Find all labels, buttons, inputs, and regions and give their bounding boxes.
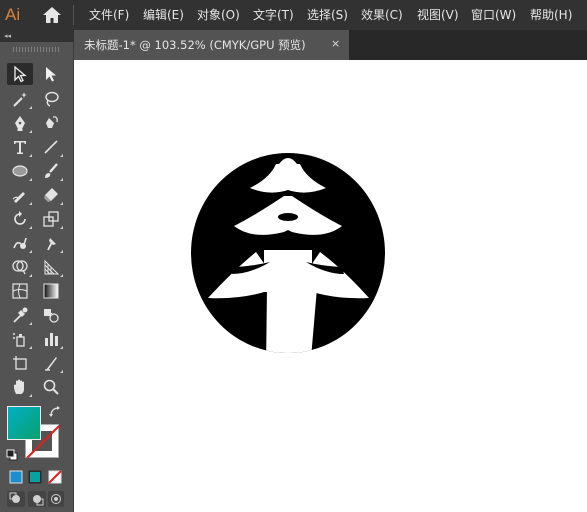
document-tab-bar: 未标题-1* @ 103.52% (CMYK/GPU 预览) × — [74, 30, 587, 60]
mesh-tool-icon[interactable] — [7, 280, 33, 302]
eyedropper-tool-icon[interactable] — [7, 304, 33, 326]
column-graph-tool-icon[interactable] — [38, 328, 64, 350]
symbol-sprayer-tool-icon[interactable] — [7, 328, 33, 350]
artboard-tool-icon[interactable] — [7, 352, 33, 374]
close-tab-icon[interactable]: × — [331, 37, 340, 51]
zoom-tool-icon[interactable] — [38, 376, 64, 398]
selection-tool-icon[interactable] — [7, 63, 33, 85]
hand-tool-icon[interactable] — [7, 376, 33, 398]
warp-tool-icon[interactable] — [7, 232, 33, 254]
home-icon[interactable] — [42, 6, 62, 24]
panel-grip[interactable] — [13, 47, 61, 52]
shape-builder-tool-icon[interactable] — [7, 256, 33, 278]
line-segment-tool-icon[interactable] — [38, 136, 64, 158]
scale-tool-icon[interactable] — [38, 208, 64, 230]
menu-edit[interactable]: 编辑(E) — [143, 6, 184, 24]
swap-fill-stroke-icon[interactable] — [48, 404, 62, 418]
default-fill-stroke-icon[interactable] — [6, 446, 18, 461]
slice-tool-icon[interactable] — [38, 352, 64, 374]
document-tab[interactable]: 未标题-1* @ 103.52% (CMYK/GPU 预览) × — [74, 30, 349, 60]
menu-bar: Ai 文件(F) 编辑(E) 对象(O) 文字(T) 选择(S) 效果(C) 视… — [0, 0, 587, 30]
menu-window[interactable]: 窗口(W) — [471, 6, 516, 24]
gradient-tool-icon[interactable] — [38, 280, 64, 302]
draw-inside-icon[interactable] — [48, 491, 64, 507]
menu-help[interactable]: 帮助(H) — [530, 6, 572, 24]
lasso-tool-icon[interactable] — [38, 88, 64, 110]
menu-view[interactable]: 视图(V) — [417, 6, 459, 24]
menu-object[interactable]: 对象(O) — [197, 6, 240, 24]
rotate-tool-icon[interactable] — [7, 208, 33, 230]
document-tab-title: 未标题-1* @ 103.52% (CMYK/GPU 预览) — [84, 38, 306, 52]
color-mode-icon[interactable] — [9, 469, 23, 484]
direct-selection-tool-icon[interactable] — [38, 63, 64, 85]
artboard-canvas[interactable] — [74, 60, 587, 512]
type-tool-icon[interactable] — [7, 136, 33, 158]
none-mode-icon[interactable] — [48, 469, 62, 484]
collapse-panel-icon[interactable]: ◂◂ — [4, 31, 11, 41]
menu-effect[interactable]: 效果(C) — [361, 6, 403, 24]
eraser-tool-icon[interactable] — [38, 184, 64, 206]
blend-tool-icon[interactable] — [38, 304, 64, 326]
draw-normal-icon[interactable] — [7, 491, 25, 507]
pen-tool-icon[interactable] — [7, 112, 33, 134]
gradient-mode-icon[interactable] — [28, 469, 42, 484]
tree-in-circle-logo-icon[interactable] — [74, 60, 587, 512]
fill-swatch[interactable] — [7, 406, 41, 440]
menu-file[interactable]: 文件(F) — [89, 6, 129, 24]
menu-divider — [73, 5, 74, 25]
tools-panel-header — [0, 30, 74, 42]
magic-wand-tool-icon[interactable] — [7, 88, 33, 110]
app-logo: Ai — [5, 5, 21, 24]
menu-select[interactable]: 选择(S) — [307, 6, 348, 24]
ellipse-tool-icon[interactable] — [7, 160, 33, 182]
paintbrush-tool-icon[interactable] — [38, 160, 64, 182]
draw-behind-icon[interactable] — [28, 491, 46, 507]
perspective-grid-tool-icon[interactable] — [38, 256, 64, 278]
menu-type[interactable]: 文字(T) — [253, 6, 294, 24]
puppet-warp-tool-icon[interactable] — [38, 232, 64, 254]
curvature-tool-icon[interactable] — [38, 112, 64, 134]
shaper-tool-icon[interactable] — [7, 184, 33, 206]
